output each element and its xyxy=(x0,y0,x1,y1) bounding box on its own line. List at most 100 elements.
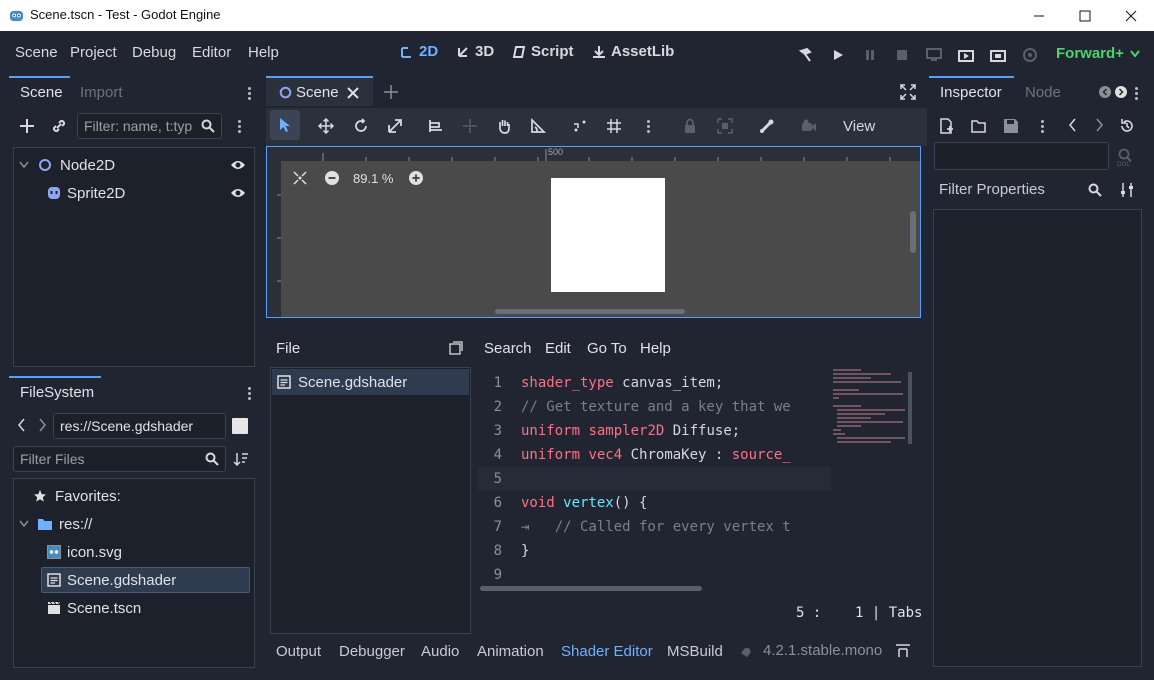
group-icon[interactable] xyxy=(717,118,733,134)
path-input[interactable]: res://Scene.gdshader xyxy=(53,413,226,439)
new-resource-icon[interactable] xyxy=(939,118,955,134)
remote-debug-icon[interactable] xyxy=(924,45,944,65)
bottom-tab-debugger[interactable]: Debugger xyxy=(339,643,405,660)
tab-inspector[interactable]: Inspector xyxy=(940,84,1002,101)
property-options-icon[interactable] xyxy=(1119,182,1135,198)
tree-item-favorites[interactable]: Favorites: xyxy=(14,483,254,509)
expand-bottom-panel-icon[interactable] xyxy=(895,644,911,658)
smart-snap-icon[interactable] xyxy=(572,118,588,134)
code-line[interactable]: 6 void vertex() { xyxy=(478,491,648,515)
tree-item-sprite2d[interactable]: Sprite2D xyxy=(14,180,254,206)
play-icon[interactable] xyxy=(828,45,848,65)
measure-icon[interactable] xyxy=(530,118,546,134)
filter-properties-placeholder[interactable]: Filter Properties xyxy=(939,181,1045,198)
menu-editor[interactable]: Editor xyxy=(192,44,231,61)
open-resource-icon[interactable] xyxy=(971,118,987,134)
code-line[interactable]: 3 uniform sampler2D Diffuse; xyxy=(478,419,741,443)
bottom-tab-audio[interactable]: Audio xyxy=(421,643,459,660)
bottom-tab-shader-editor[interactable]: Shader Editor xyxy=(561,643,653,660)
dock-menu-icon[interactable] xyxy=(248,385,252,402)
file-menu[interactable]: File xyxy=(276,340,300,357)
scene-tab[interactable]: Scene xyxy=(266,78,373,106)
build-icon[interactable] xyxy=(796,45,816,65)
menu-scene[interactable]: Scene xyxy=(15,44,58,61)
code-line[interactable]: 9 xyxy=(478,563,521,587)
menu-goto[interactable]: Go To xyxy=(587,340,627,357)
dock-menu-icon[interactable] xyxy=(1135,85,1139,102)
add-node-icon[interactable] xyxy=(19,118,35,134)
code-line[interactable]: 8} xyxy=(478,539,530,563)
view-menu-button[interactable]: View xyxy=(843,118,875,135)
camera-override-icon[interactable] xyxy=(801,118,817,134)
update-spinner-icon[interactable] xyxy=(739,645,753,659)
close-icon[interactable] xyxy=(1108,0,1154,31)
tree-item-file[interactable]: icon.svg xyxy=(14,539,254,565)
menu-help[interactable]: Help xyxy=(248,44,279,61)
pause-icon[interactable] xyxy=(860,45,880,65)
visibility-eye-icon[interactable] xyxy=(230,159,246,171)
skeleton-icon[interactable] xyxy=(759,118,775,134)
open-docs-icon[interactable]: DOC xyxy=(1117,148,1133,166)
canvas-viewport[interactable]: 500 89.1 % xyxy=(266,146,921,318)
history-icon[interactable] xyxy=(1119,118,1135,134)
visibility-eye-icon[interactable] xyxy=(230,187,246,199)
lock-icon[interactable] xyxy=(682,118,698,134)
ruler-mode-icon[interactable] xyxy=(428,118,444,134)
pan-mode-icon[interactable] xyxy=(496,118,512,134)
code-line[interactable]: 7 ⇥ // Called for every vertex t xyxy=(478,515,791,539)
code-editor[interactable]: 1 shader_type canvas_item; 2 // Get texture… xyxy=(478,371,831,593)
workspace-script-button[interactable]: Script xyxy=(512,43,574,60)
menu-search[interactable]: Search xyxy=(484,340,532,357)
play-scene-icon[interactable] xyxy=(956,45,976,65)
tab-filesystem[interactable]: FileSystem xyxy=(20,384,94,401)
vertical-scrollbar[interactable] xyxy=(910,211,916,253)
toggle-files-panel-icon[interactable] xyxy=(449,341,463,355)
select-mode-icon[interactable] xyxy=(270,110,300,140)
tab-node[interactable]: Node xyxy=(1025,84,1061,101)
close-icon[interactable] xyxy=(347,87,359,99)
zoom-level[interactable]: 89.1 % xyxy=(353,171,393,186)
horizontal-scrollbar[interactable] xyxy=(495,309,685,314)
resource-menu-icon[interactable] xyxy=(1041,118,1045,135)
save-resource-icon[interactable] xyxy=(1003,118,1019,134)
code-vertical-scrollbar[interactable] xyxy=(908,372,912,444)
sprite-preview[interactable] xyxy=(551,178,665,292)
rotate-mode-icon[interactable] xyxy=(353,118,369,134)
menu-debug[interactable]: Debug xyxy=(132,44,176,61)
file-filter-input[interactable]: Filter Files xyxy=(13,446,226,472)
tree-item-file-selected[interactable]: Scene.gdshader xyxy=(41,567,250,593)
code-horizontal-scrollbar[interactable] xyxy=(480,586,702,591)
tree-item-res-root[interactable]: res:// xyxy=(14,511,254,537)
code-line[interactable]: 4 uniform vec4 ChromaKey : source_ xyxy=(478,443,791,467)
history-forward-icon[interactable] xyxy=(1115,86,1127,98)
play-custom-scene-icon[interactable] xyxy=(988,45,1008,65)
snap-options-icon[interactable] xyxy=(647,118,651,135)
pivot-mode-icon[interactable] xyxy=(462,118,478,134)
dock-menu-icon[interactable] xyxy=(248,85,252,102)
previous-object-icon[interactable] xyxy=(1069,118,1077,132)
move-mode-icon[interactable] xyxy=(318,118,334,134)
history-back-icon[interactable] xyxy=(1099,86,1111,98)
code-line[interactable]: 5 xyxy=(478,467,521,491)
scale-mode-icon[interactable] xyxy=(387,118,403,134)
forward-icon[interactable] xyxy=(38,418,46,432)
toggle-split-icon[interactable] xyxy=(232,418,248,434)
maximize-icon[interactable] xyxy=(1062,0,1108,31)
tab-scene[interactable]: Scene xyxy=(20,84,63,101)
workspace-assetlib-button[interactable]: AssetLib xyxy=(592,43,674,60)
grid-snap-icon[interactable] xyxy=(606,118,622,134)
distraction-free-icon[interactable] xyxy=(900,84,916,100)
workspace-3d-button[interactable]: 3D xyxy=(456,43,494,60)
stop-icon[interactable] xyxy=(892,45,912,65)
object-path-field[interactable] xyxy=(934,142,1109,170)
bottom-tab-animation[interactable]: Animation xyxy=(477,643,544,660)
tab-import[interactable]: Import xyxy=(80,84,123,101)
bottom-tab-msbuild[interactable]: MSBuild xyxy=(667,643,723,660)
scene-filter-menu-icon[interactable] xyxy=(238,118,242,135)
next-object-icon[interactable] xyxy=(1095,118,1103,132)
zoom-in-icon[interactable] xyxy=(409,171,423,185)
code-line[interactable]: 2 // Get texture and a key that we xyxy=(478,395,791,419)
menu-help[interactable]: Help xyxy=(640,340,671,357)
minimize-icon[interactable] xyxy=(1016,0,1062,31)
zoom-out-icon[interactable] xyxy=(325,171,339,185)
